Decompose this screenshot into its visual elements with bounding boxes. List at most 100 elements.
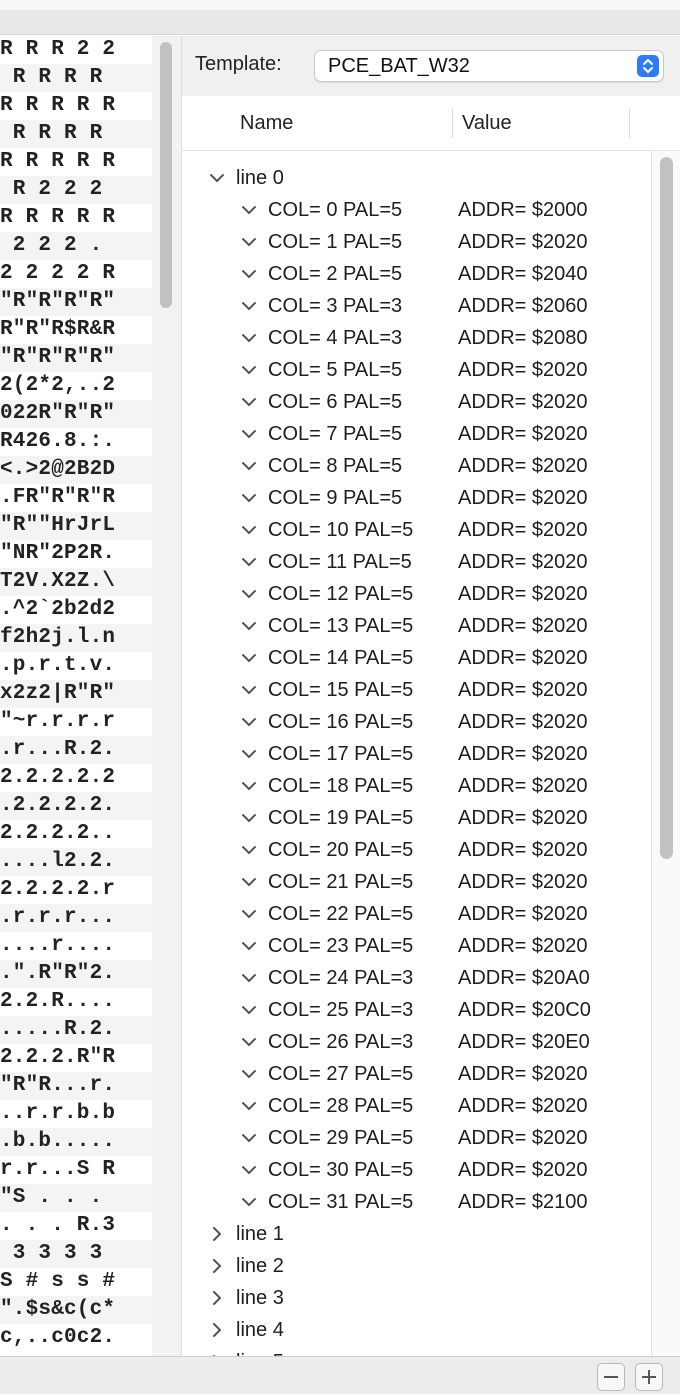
- column-header-value[interactable]: Value: [462, 112, 512, 135]
- chevron-down-icon[interactable]: [240, 585, 258, 603]
- tree-row[interactable]: COL= 5 PAL=5 ADDR= $2020: [182, 354, 651, 386]
- chevron-down-icon[interactable]: [240, 1129, 258, 1147]
- chevron-down-icon[interactable]: [240, 777, 258, 795]
- text-dump-row: 2.2.2.2.r: [0, 878, 116, 901]
- chevron-down-icon[interactable]: [240, 265, 258, 283]
- text-dump-row: "R""HrJrL: [0, 512, 152, 540]
- chevron-down-icon[interactable]: [240, 905, 258, 923]
- tree-row[interactable]: COL= 6 PAL=5 ADDR= $2020: [182, 386, 651, 418]
- template-label: Template:: [195, 53, 282, 75]
- tree-row[interactable]: COL= 10 PAL=5 ADDR= $2020: [182, 514, 651, 546]
- tree-row[interactable]: COL= 27 PAL=5 ADDR= $2020: [182, 1058, 651, 1090]
- tree-row[interactable]: COL= 12 PAL=5 ADDR= $2020: [182, 578, 651, 610]
- tree-row[interactable]: COL= 18 PAL=5 ADDR= $2020: [182, 770, 651, 802]
- chevron-right-icon[interactable]: [208, 1321, 226, 1339]
- scrollbar-thumb[interactable]: [660, 157, 673, 859]
- chevron-down-icon[interactable]: [240, 617, 258, 635]
- tree-row[interactable]: COL= 8 PAL=5 ADDR= $2020: [182, 450, 651, 482]
- template-select[interactable]: PCE_BAT_W32: [314, 50, 664, 82]
- chevron-down-icon[interactable]: [240, 969, 258, 987]
- tree-row[interactable]: line 3: [182, 1282, 651, 1314]
- column-header-name[interactable]: Name: [240, 112, 293, 135]
- tree-row[interactable]: COL= 0 PAL=5 ADDR= $2000: [182, 194, 651, 226]
- tree-row-value: ADDR= $2020: [458, 711, 588, 733]
- add-button[interactable]: [635, 1363, 663, 1391]
- tree-row[interactable]: line 4: [182, 1314, 651, 1346]
- text-dump-row: T2V.X2Z.\: [0, 568, 152, 596]
- tree-row[interactable]: line 5: [182, 1346, 651, 1356]
- tree-row[interactable]: COL= 1 PAL=5 ADDR= $2020: [182, 226, 651, 258]
- tree-row[interactable]: line 1: [182, 1218, 651, 1250]
- column-divider[interactable]: [452, 108, 453, 138]
- tree-row[interactable]: COL= 2 PAL=5 ADDR= $2040: [182, 258, 651, 290]
- chevron-down-icon[interactable]: [240, 1097, 258, 1115]
- chevron-down-icon[interactable]: [240, 1193, 258, 1211]
- bottom-bar: [0, 1356, 680, 1394]
- tree-row[interactable]: COL= 7 PAL=5 ADDR= $2020: [182, 418, 651, 450]
- tree-row[interactable]: COL= 11 PAL=5 ADDR= $2020: [182, 546, 651, 578]
- chevron-down-icon[interactable]: [240, 809, 258, 827]
- tree-row[interactable]: COL= 23 PAL=5 ADDR= $2020: [182, 930, 651, 962]
- tree-row[interactable]: line 0: [182, 162, 651, 194]
- chevron-down-icon[interactable]: [240, 649, 258, 667]
- tree-row[interactable]: COL= 17 PAL=5 ADDR= $2020: [182, 738, 651, 770]
- tree-row[interactable]: COL= 22 PAL=5 ADDR= $2020: [182, 898, 651, 930]
- chevron-down-icon[interactable]: [240, 1065, 258, 1083]
- tree-row[interactable]: COL= 24 PAL=3 ADDR= $20A0: [182, 962, 651, 994]
- chevron-down-icon[interactable]: [240, 521, 258, 539]
- chevron-down-icon[interactable]: [240, 841, 258, 859]
- chevron-down-icon[interactable]: [240, 361, 258, 379]
- chevron-down-icon[interactable]: [240, 457, 258, 475]
- tree-row[interactable]: COL= 30 PAL=5 ADDR= $2020: [182, 1154, 651, 1186]
- chevron-down-icon[interactable]: [240, 393, 258, 411]
- tree-row[interactable]: COL= 3 PAL=3 ADDR= $2060: [182, 290, 651, 322]
- tree-row-value: ADDR= $2020: [458, 679, 588, 701]
- tree-row[interactable]: COL= 9 PAL=5 ADDR= $2020: [182, 482, 651, 514]
- tree-row[interactable]: COL= 20 PAL=5 ADDR= $2020: [182, 834, 651, 866]
- tree-row[interactable]: COL= 19 PAL=5 ADDR= $2020: [182, 802, 651, 834]
- tree-row[interactable]: COL= 15 PAL=5 ADDR= $2020: [182, 674, 651, 706]
- chevron-right-icon[interactable]: [208, 1289, 226, 1307]
- chevron-down-icon[interactable]: [240, 233, 258, 251]
- tree-scrollbar[interactable]: [652, 151, 680, 1356]
- tree-row[interactable]: COL= 4 PAL=3 ADDR= $2080: [182, 322, 651, 354]
- remove-button[interactable]: [597, 1363, 625, 1391]
- chevron-down-icon[interactable]: [240, 489, 258, 507]
- tree-row[interactable]: COL= 31 PAL=5 ADDR= $2100: [182, 1186, 651, 1218]
- tree-row[interactable]: COL= 28 PAL=5 ADDR= $2020: [182, 1090, 651, 1122]
- chevron-down-icon[interactable]: [240, 1161, 258, 1179]
- chevron-down-icon[interactable]: [240, 937, 258, 955]
- chevron-down-icon[interactable]: [240, 713, 258, 731]
- tree-row[interactable]: COL= 26 PAL=3 ADDR= $20E0: [182, 1026, 651, 1058]
- tree-row[interactable]: COL= 25 PAL=3 ADDR= $20C0: [182, 994, 651, 1026]
- chevron-right-icon[interactable]: [208, 1257, 226, 1275]
- text-dump-column[interactable]: R R R 2 2 R R R R R R R R R R R R R R R …: [0, 36, 152, 1356]
- chevron-down-icon[interactable]: [240, 681, 258, 699]
- tree-row[interactable]: COL= 29 PAL=5 ADDR= $2020: [182, 1122, 651, 1154]
- tree-row-name: COL= 26 PAL=3: [268, 1031, 414, 1053]
- chevron-down-icon[interactable]: [240, 297, 258, 315]
- tree-row-value: ADDR= $20A0: [458, 967, 590, 989]
- chevron-down-icon[interactable]: [240, 553, 258, 571]
- tree-row[interactable]: COL= 13 PAL=5 ADDR= $2020: [182, 610, 651, 642]
- chevron-right-icon[interactable]: [208, 1225, 226, 1243]
- chevron-down-icon[interactable]: [240, 873, 258, 891]
- chevron-down-icon[interactable]: [240, 201, 258, 219]
- column-divider[interactable]: [629, 108, 630, 138]
- tree-row[interactable]: COL= 21 PAL=5 ADDR= $2020: [182, 866, 651, 898]
- tree-row[interactable]: line 2: [182, 1250, 651, 1282]
- tree-row-name: COL= 13 PAL=5: [268, 615, 414, 637]
- scrollbar-thumb[interactable]: [160, 42, 172, 308]
- tree-row[interactable]: COL= 14 PAL=5 ADDR= $2020: [182, 642, 651, 674]
- text-dump-row: R R R R R: [0, 206, 116, 229]
- chevron-down-icon[interactable]: [240, 1001, 258, 1019]
- text-dump-row: .p.r.t.v.: [0, 654, 116, 677]
- chevron-down-icon[interactable]: [208, 169, 226, 187]
- chevron-down-icon[interactable]: [240, 329, 258, 347]
- tree-row[interactable]: COL= 16 PAL=5 ADDR= $2020: [182, 706, 651, 738]
- tree-row-name: COL= 15 PAL=5: [268, 679, 414, 701]
- chevron-down-icon[interactable]: [240, 1033, 258, 1051]
- text-dump-scrollbar[interactable]: [152, 36, 182, 1356]
- chevron-down-icon[interactable]: [240, 745, 258, 763]
- chevron-down-icon[interactable]: [240, 425, 258, 443]
